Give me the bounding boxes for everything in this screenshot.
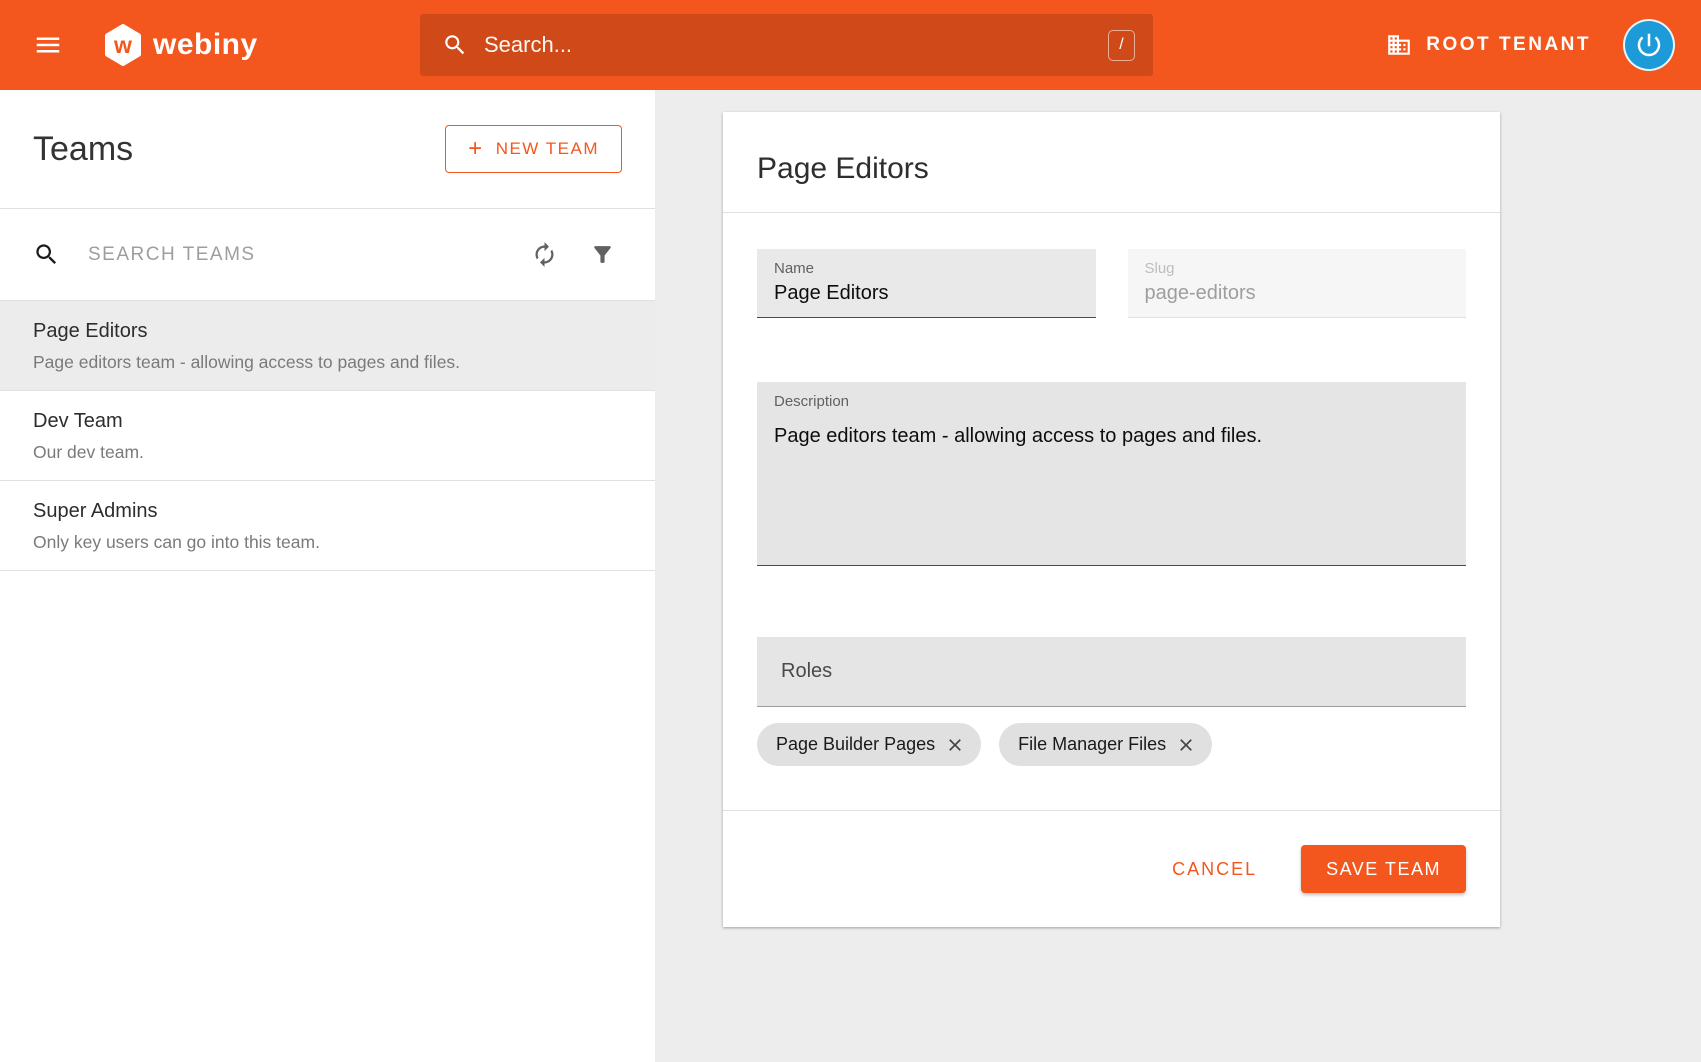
team-detail-footer: CANCEL SAVE TEAM	[723, 810, 1500, 927]
slug-field: Slug	[1128, 249, 1467, 318]
close-icon	[1176, 735, 1196, 755]
team-list: Page Editors Page editors team - allowin…	[0, 301, 655, 571]
description-field[interactable]: Description Page editors team - allowing…	[757, 382, 1466, 566]
team-description: Page editors team - allowing access to p…	[33, 352, 622, 373]
teams-panel-header: Teams + NEW TEAM	[0, 90, 655, 208]
team-name: Dev Team	[33, 410, 622, 433]
topbar: w webiny / ROOT TENANT	[0, 0, 1701, 90]
roles-field-label: Roles	[781, 660, 832, 683]
role-chip-label: File Manager Files	[1018, 734, 1166, 755]
description-input[interactable]: Page editors team - allowing access to p…	[774, 410, 1449, 548]
name-slug-row: Name Slug	[757, 249, 1466, 318]
name-field[interactable]: Name	[757, 249, 1096, 318]
remove-chip-button[interactable]	[1170, 729, 1202, 761]
topbar-right: ROOT TENANT	[1386, 19, 1701, 71]
building-icon	[1386, 32, 1412, 58]
name-input[interactable]	[774, 277, 1079, 305]
role-chips: Page Builder Pages File Manager Files	[757, 723, 1466, 766]
slash-shortcut-badge: /	[1108, 30, 1135, 61]
power-icon	[1634, 30, 1664, 60]
team-detail-form: Name Slug Description Page editors team …	[723, 213, 1500, 810]
tenant-label: ROOT TENANT	[1426, 34, 1591, 56]
new-team-button-label: NEW TEAM	[496, 139, 599, 159]
roles-field[interactable]: Roles	[757, 637, 1466, 707]
save-team-button[interactable]: SAVE TEAM	[1301, 845, 1466, 893]
hamburger-menu-icon	[33, 30, 63, 60]
close-icon	[945, 735, 965, 755]
team-list-item[interactable]: Dev Team Our dev team.	[0, 391, 655, 481]
team-detail-panel: Page Editors Name Slug Description Page …	[655, 90, 1701, 1062]
search-teams-icon	[33, 241, 60, 268]
refresh-button[interactable]	[524, 235, 564, 275]
teams-search-row	[0, 209, 655, 300]
role-chip: File Manager Files	[999, 723, 1212, 766]
team-name: Super Admins	[33, 500, 622, 523]
role-chip: Page Builder Pages	[757, 723, 981, 766]
refresh-icon	[531, 241, 558, 268]
team-detail-card: Page Editors Name Slug Description Page …	[723, 112, 1500, 927]
user-avatar[interactable]	[1623, 19, 1675, 71]
team-description: Our dev team.	[33, 442, 622, 463]
team-list-item[interactable]: Super Admins Only key users can go into …	[0, 481, 655, 571]
search-teams-input[interactable]	[88, 244, 506, 266]
brand-name: webiny	[153, 28, 258, 62]
team-name: Page Editors	[33, 320, 622, 343]
webiny-brand: w webiny	[104, 24, 258, 66]
new-team-button[interactable]: + NEW TEAM	[445, 125, 622, 173]
plus-icon: +	[468, 137, 484, 161]
description-field-label: Description	[774, 393, 1449, 410]
search-icon	[442, 32, 468, 58]
team-list-item[interactable]: Page Editors Page editors team - allowin…	[0, 301, 655, 391]
team-detail-title: Page Editors	[757, 152, 1466, 186]
filter-icon	[590, 242, 615, 267]
slug-input	[1145, 277, 1450, 305]
global-search-input[interactable]	[484, 32, 1108, 58]
global-search-bar[interactable]: /	[420, 14, 1153, 76]
team-description: Only key users can go into this team.	[33, 532, 622, 553]
teams-list-panel: Teams + NEW TEAM Page Editors Page edito…	[0, 90, 655, 1062]
cancel-button[interactable]: CANCEL	[1172, 859, 1257, 880]
filter-button[interactable]	[582, 235, 622, 275]
name-field-label: Name	[774, 260, 1079, 277]
webiny-logo-icon: w	[104, 24, 142, 66]
team-detail-header: Page Editors	[723, 112, 1500, 213]
remove-chip-button[interactable]	[939, 729, 971, 761]
role-chip-label: Page Builder Pages	[776, 734, 935, 755]
hamburger-menu-button[interactable]	[26, 23, 70, 67]
main-content: Teams + NEW TEAM Page Editors Page edito…	[0, 90, 1701, 1062]
svg-text:w: w	[113, 32, 132, 58]
slug-field-label: Slug	[1145, 260, 1450, 277]
page-title: Teams	[33, 130, 133, 169]
tenant-selector[interactable]: ROOT TENANT	[1386, 32, 1591, 58]
